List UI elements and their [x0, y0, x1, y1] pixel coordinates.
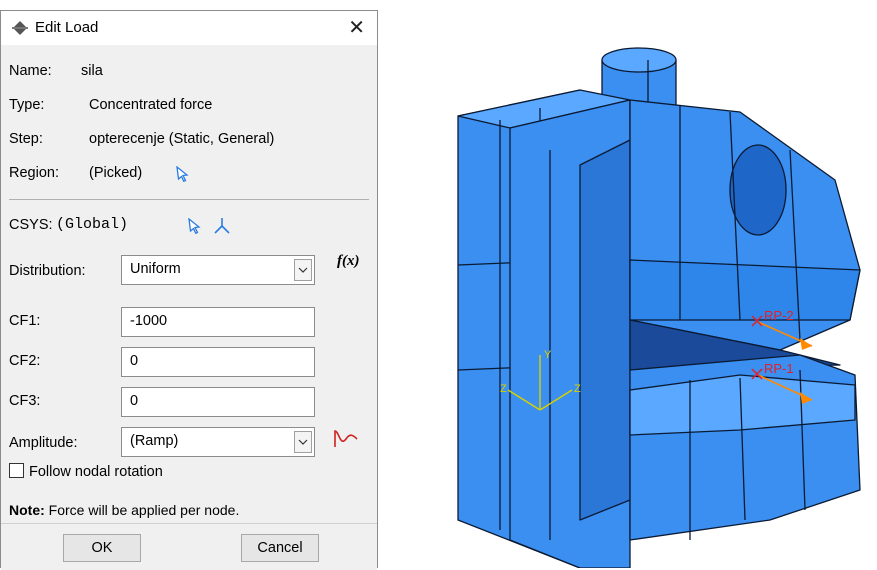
lower-jaw: [629, 354, 861, 541]
abaqus-app-icon: [12, 21, 28, 35]
checkbox-box[interactable]: [9, 463, 24, 478]
name-label: Name:: [9, 63, 52, 79]
cf3-input[interactable]: 0: [121, 387, 315, 417]
csys-create-icon[interactable]: [213, 217, 231, 235]
cf1-input[interactable]: -1000: [121, 307, 315, 337]
cancel-button[interactable]: Cancel: [241, 534, 319, 562]
triad-z-label: Z: [500, 383, 507, 395]
note-label: Note:: [9, 502, 45, 518]
chevron-down-icon[interactable]: [294, 259, 312, 281]
type-value: Concentrated force: [89, 97, 213, 113]
region-label: Region:: [9, 165, 59, 181]
amplitude-label: Amplitude:: [9, 435, 78, 451]
triad-y-label: Y: [544, 349, 552, 361]
amplitude-value: (Ramp): [130, 433, 179, 449]
note: Note: Force will be applied per node.: [9, 502, 239, 518]
cf3-value: 0: [130, 393, 139, 409]
csys-picker-icon[interactable]: [187, 218, 203, 234]
name-value: sila: [81, 63, 103, 79]
front-column: [509, 99, 631, 568]
model-viewport[interactable]: RP-2 RP-1 Y Z Z: [440, 20, 877, 568]
step-value: opterecenje (Static, General): [89, 131, 275, 147]
region-value: (Picked): [89, 165, 143, 181]
create-amplitude-icon[interactable]: [333, 427, 359, 451]
button-bar: OK Cancel: [1, 523, 377, 570]
separator: [9, 199, 369, 200]
function-fx-button[interactable]: f(x): [337, 253, 360, 270]
chevron-down-icon[interactable]: [294, 431, 312, 453]
region-row: Region: (Picked): [9, 165, 189, 182]
dialog-titlebar: Edit Load ✕: [1, 11, 377, 45]
csys-label: CSYS:: [9, 217, 53, 233]
region-picker-icon[interactable]: [175, 166, 191, 182]
edit-load-dialog: Edit Load ✕ Name: sila Type: Concentrate…: [0, 10, 378, 570]
rp1-label: RP-1: [764, 361, 794, 376]
triad-x-label: Z: [574, 383, 581, 395]
amplitude-select[interactable]: (Ramp): [121, 427, 315, 457]
rp2-label: RP-2: [764, 308, 794, 323]
cf2-input[interactable]: 0: [121, 347, 315, 377]
close-icon[interactable]: ✕: [348, 15, 365, 40]
upper-jaw: [629, 99, 861, 351]
cf3-label: CF3:: [9, 393, 41, 409]
follow-nodal-rotation-label: Follow nodal rotation: [29, 464, 163, 480]
type-label: Type:: [9, 97, 45, 113]
cf1-value: -1000: [130, 313, 168, 329]
cf2-label: CF2:: [9, 353, 41, 369]
ok-button[interactable]: OK: [63, 534, 141, 562]
distribution-select[interactable]: Uniform: [121, 255, 315, 285]
type-row: Type: Concentrated force: [9, 97, 212, 113]
cf1-label: CF1:: [9, 313, 41, 329]
note-text: Force will be applied per node.: [48, 502, 240, 518]
distribution-value: Uniform: [130, 261, 181, 277]
csys-value: (Global): [56, 216, 129, 233]
step-label: Step:: [9, 131, 43, 147]
follow-nodal-rotation-checkbox[interactable]: Follow nodal rotation: [9, 463, 163, 480]
cf2-value: 0: [130, 353, 139, 369]
step-row: Step: opterecenje (Static, General): [9, 131, 274, 147]
dialog-title: Edit Load: [35, 19, 99, 36]
distribution-label: Distribution:: [9, 263, 86, 279]
csys-row: CSYS: (Global): [9, 216, 230, 234]
name-row: Name: sila: [9, 63, 103, 79]
